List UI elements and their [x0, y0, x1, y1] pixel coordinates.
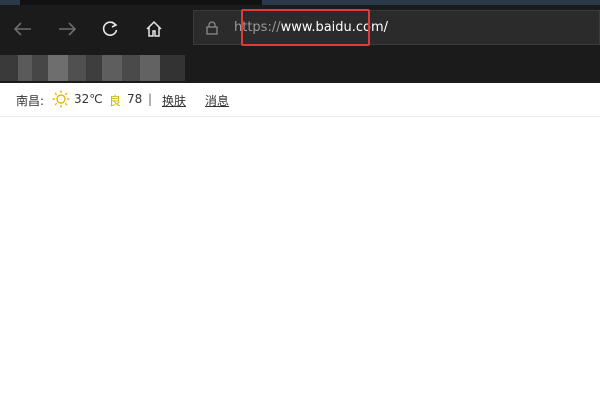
browser-chrome: https://www.baidu.com/: [0, 0, 600, 83]
lock-icon: [206, 21, 218, 35]
forward-button[interactable]: [52, 14, 82, 44]
refresh-button[interactable]: [95, 14, 125, 44]
sun-icon: [52, 90, 70, 111]
separator: |: [148, 92, 153, 106]
air-quality-label: 良: [109, 94, 122, 108]
back-arrow-icon: [14, 22, 31, 36]
city-label: 南昌:: [16, 94, 45, 108]
tab[interactable]: [0, 0, 20, 5]
home-icon: [146, 20, 162, 37]
back-button[interactable]: [8, 14, 38, 44]
tab-strip: [0, 0, 600, 5]
blurred-bookmarks: [0, 55, 185, 81]
home-button[interactable]: [139, 14, 169, 44]
skin-link[interactable]: 换肤: [162, 92, 186, 109]
refresh-icon: [102, 21, 118, 36]
url-highlight-box: [241, 9, 370, 46]
tab[interactable]: [262, 0, 600, 5]
air-quality-value: 78: [127, 92, 143, 106]
messages-link[interactable]: 消息: [205, 92, 229, 109]
temperature: 32℃: [74, 92, 103, 106]
weather-bar: 南昌: 32℃ 良 78 | 换肤 消息: [0, 83, 600, 117]
forward-arrow-icon: [59, 22, 76, 36]
page-content: [0, 117, 600, 400]
